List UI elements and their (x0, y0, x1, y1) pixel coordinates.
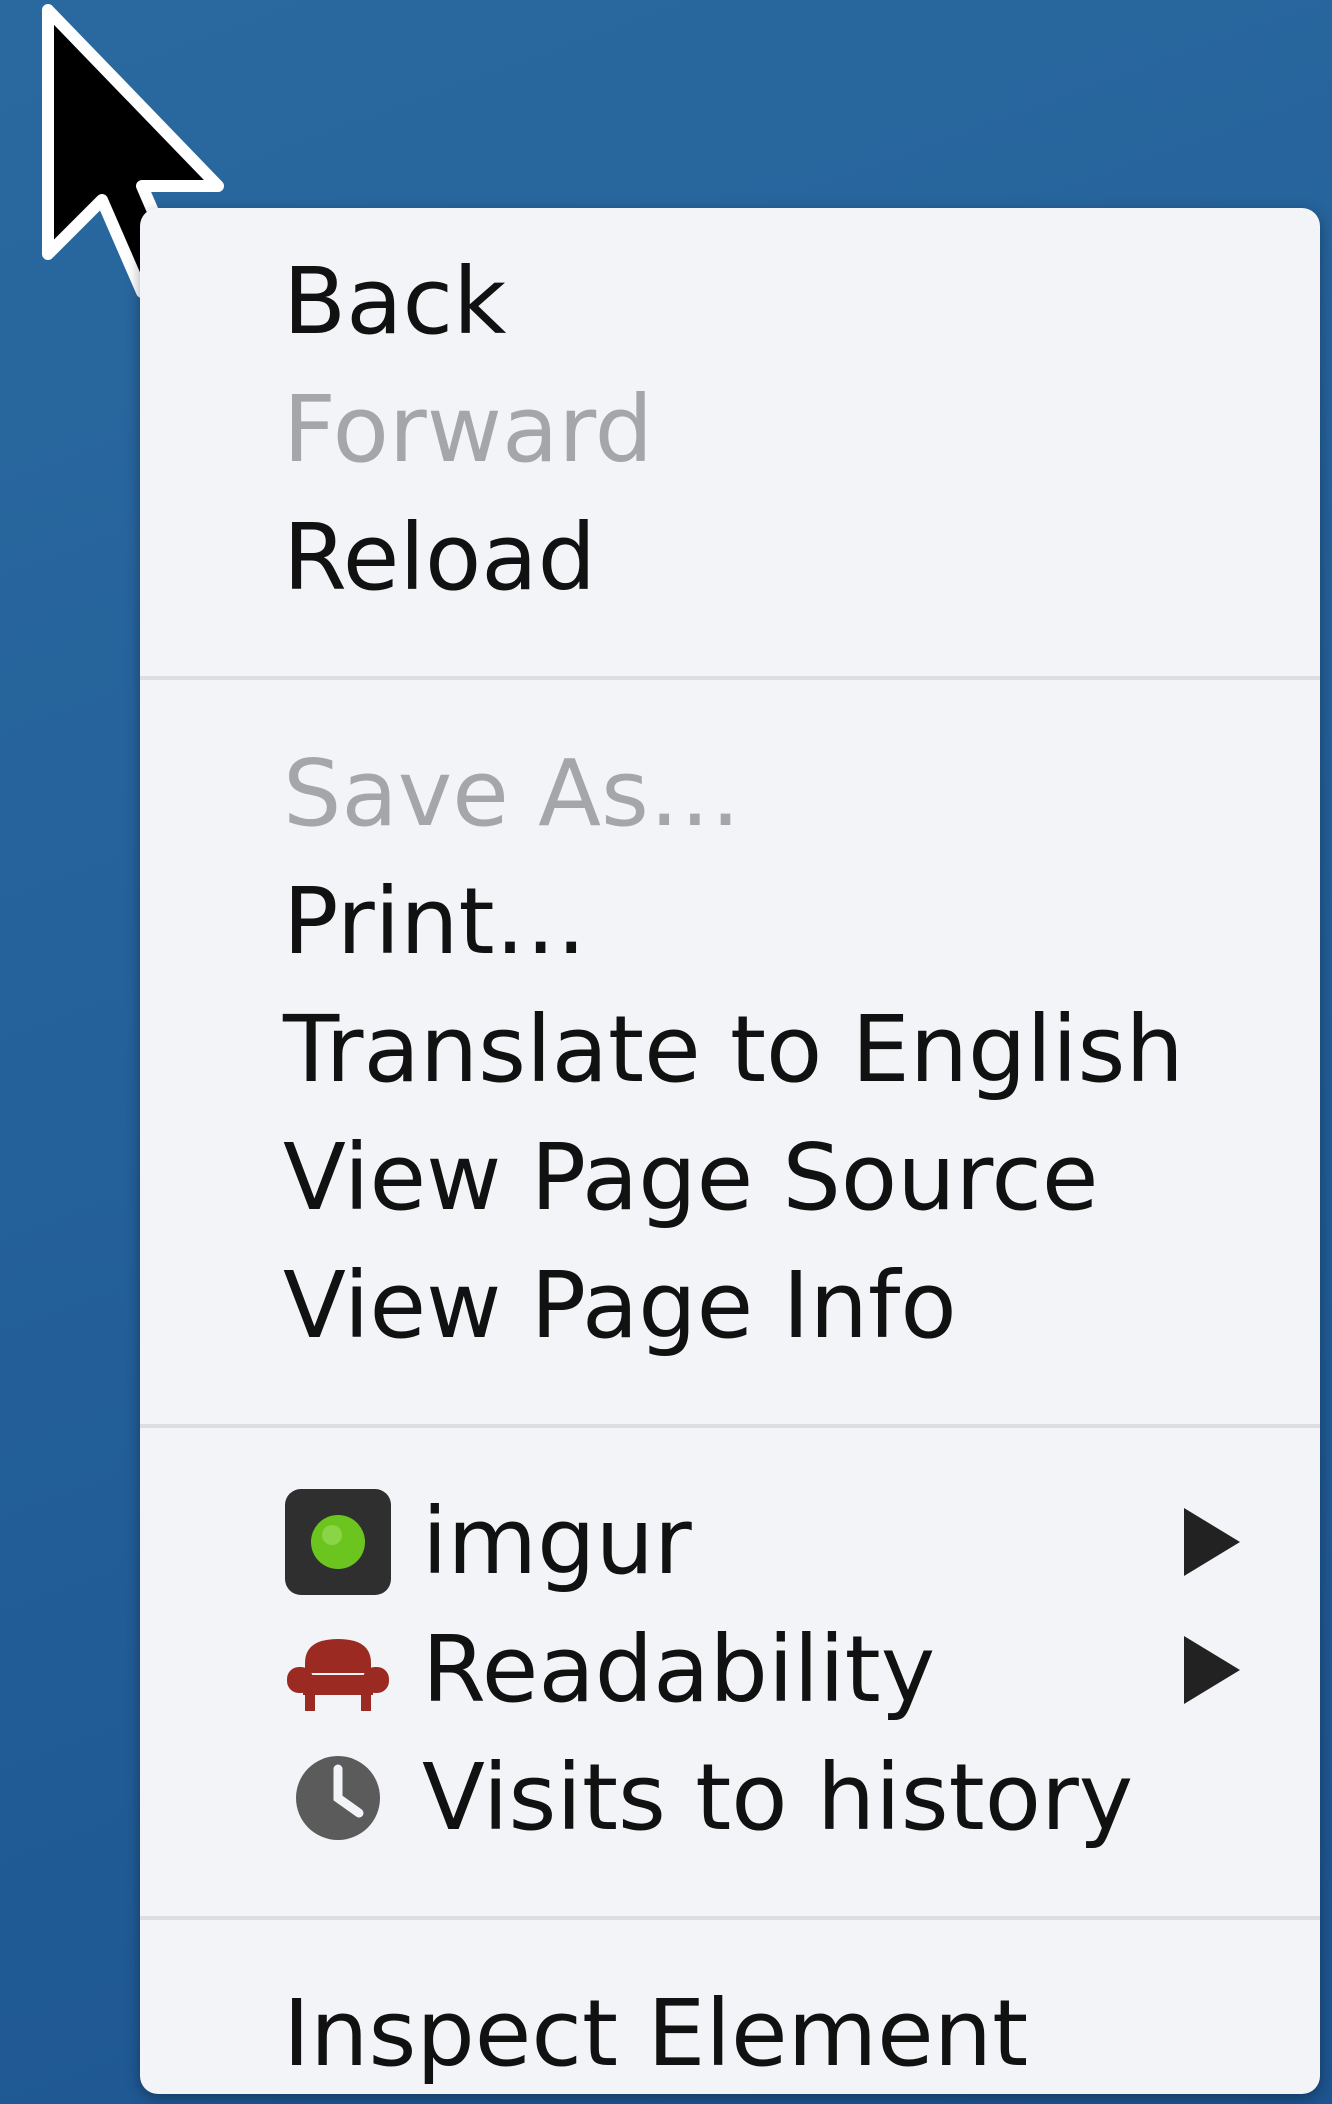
menu-item-label: Visits to history (422, 1744, 1134, 1851)
menu-item-label: imgur (422, 1488, 692, 1595)
menu-item-forward: Forward (283, 376, 653, 483)
clock-icon (296, 1756, 380, 1840)
menu-separator (140, 676, 1320, 680)
menu-item-visits-to-history[interactable]: Visits to history (140, 1734, 1320, 1862)
context-menu: Back Forward Reload Save As… Print… Tran… (140, 208, 1320, 2094)
submenu-arrow-icon (1184, 1508, 1240, 1576)
menu-item-view-page-info[interactable]: View Page Info (140, 1242, 1320, 1370)
menu-item-back[interactable]: Back (140, 238, 1320, 366)
menu-item-readability[interactable]: Readability (140, 1606, 1320, 1734)
menu-item-view-page-source[interactable]: View Page Source (140, 1114, 1320, 1242)
menu-separator (140, 1424, 1320, 1428)
menu-item-label: Readability (422, 1616, 936, 1723)
submenu-arrow-icon (1184, 1636, 1240, 1704)
menu-item-reload[interactable]: Reload (140, 494, 1320, 622)
menu-item-inspect-element[interactable]: Inspect Element (140, 1970, 1320, 2098)
menu-item-translate[interactable]: Translate to English (140, 986, 1320, 1114)
readability-armchair-icon (287, 1639, 389, 1711)
menu-separator (140, 1916, 1320, 1920)
menu-item-print[interactable]: Print… (140, 858, 1320, 986)
imgur-icon (285, 1489, 391, 1595)
menu-item-imgur[interactable]: imgur (140, 1478, 1320, 1606)
menu-item-save-as: Save As… (283, 740, 741, 847)
